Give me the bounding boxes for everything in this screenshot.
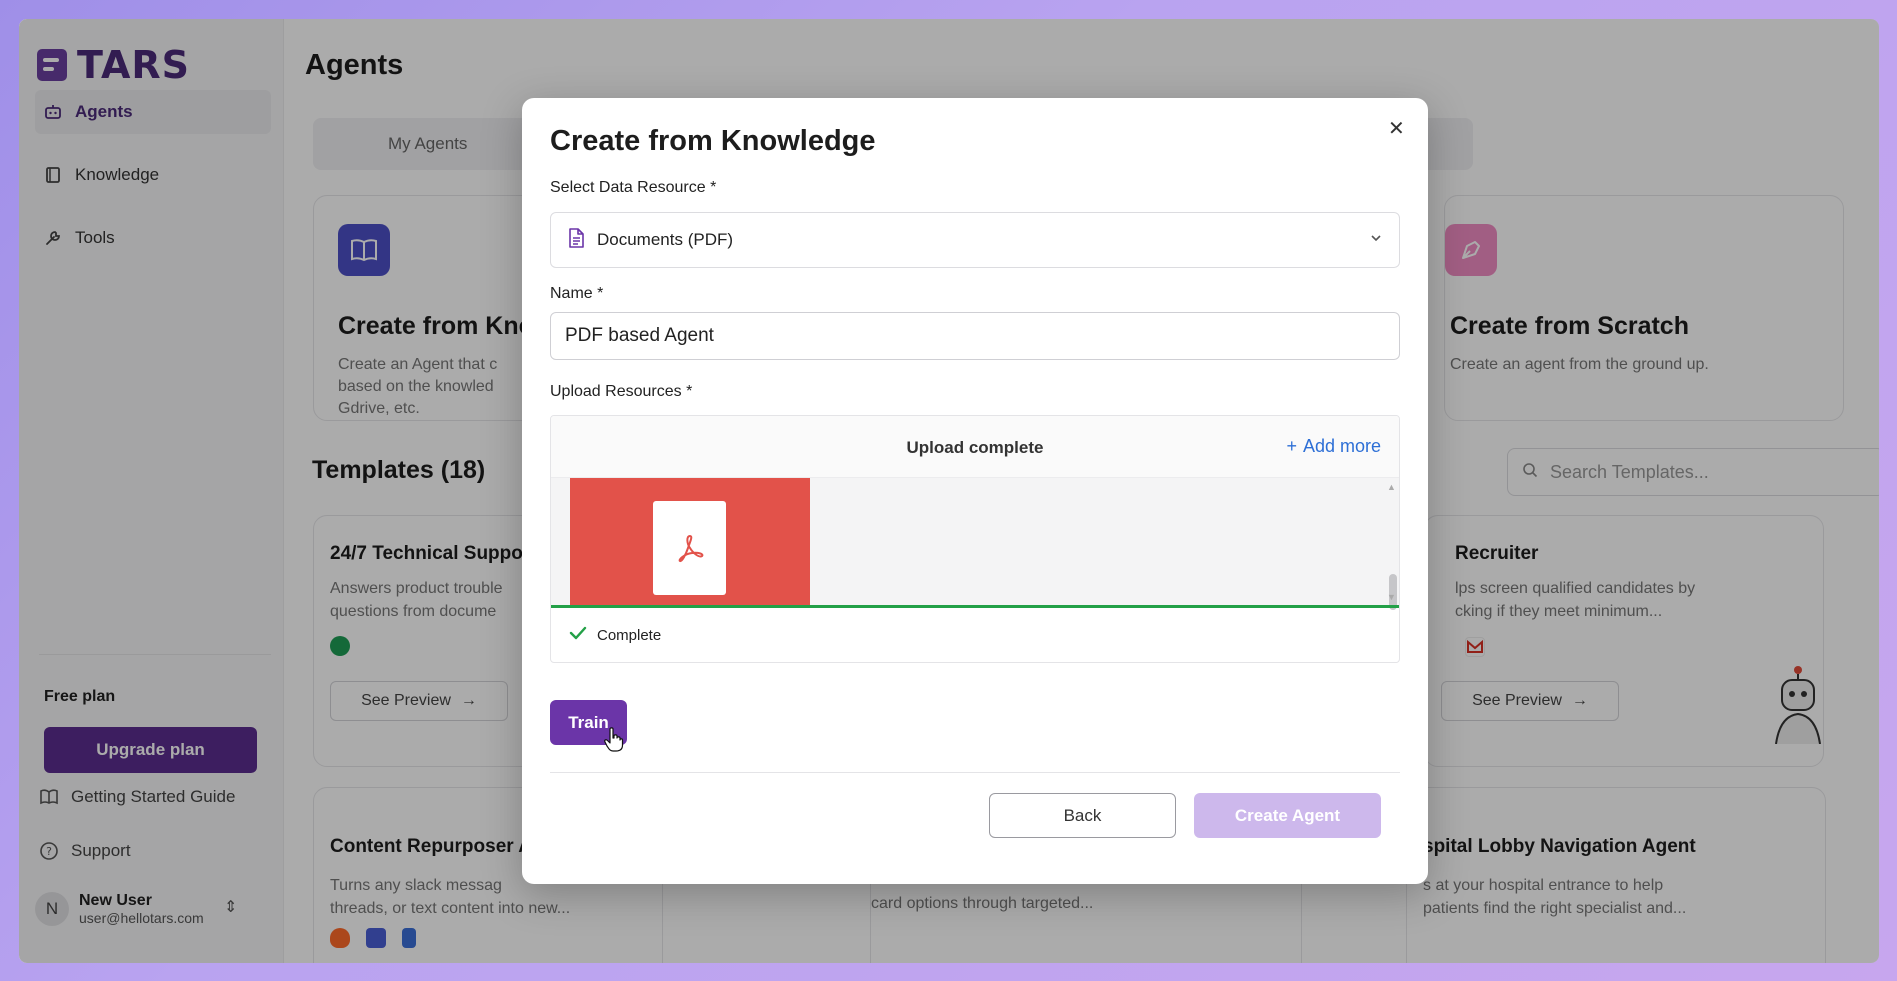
upload-progress-bar — [551, 605, 1399, 608]
document-icon — [567, 227, 585, 253]
pdf-icon — [653, 501, 726, 595]
chevron-down-icon — [1369, 230, 1383, 250]
close-icon[interactable]: ✕ — [1388, 116, 1405, 141]
check-icon — [569, 626, 587, 644]
create-from-knowledge-modal: ✕ Create from Knowledge Select Data Reso… — [522, 98, 1428, 884]
name-label: Name * — [550, 285, 604, 302]
data-resource-select[interactable]: Documents (PDF) — [550, 212, 1400, 268]
file-list: ▲ ▼ — [551, 478, 1399, 610]
agent-name-input[interactable] — [550, 312, 1400, 360]
add-more-label: Add more — [1302, 436, 1381, 456]
upload-status: Upload complete — [906, 438, 1044, 457]
data-resource-label: Select Data Resource * — [550, 179, 717, 196]
add-more-button[interactable]: + Add more — [1286, 436, 1381, 457]
modal-title: Create from Knowledge — [550, 125, 876, 157]
hand-cursor-icon — [604, 727, 624, 758]
upload-panel: Upload complete + Add more ▲ ▼ Complete — [550, 415, 1400, 663]
data-resource-value: Documents (PDF) — [597, 230, 734, 249]
divider — [550, 772, 1400, 773]
file-status-label: Complete — [597, 626, 662, 644]
scroll-down-arrow[interactable]: ▼ — [1387, 592, 1396, 602]
upload-header: Upload complete + Add more — [551, 416, 1399, 478]
plus-icon: + — [1286, 436, 1297, 456]
pdf-file-thumbnail[interactable] — [570, 478, 810, 606]
upload-resources-label: Upload Resources * — [550, 383, 693, 400]
file-status: Complete — [569, 626, 661, 644]
create-agent-button[interactable]: Create Agent — [1194, 793, 1381, 838]
back-button[interactable]: Back — [989, 793, 1176, 838]
scroll-up-arrow[interactable]: ▲ — [1387, 482, 1396, 492]
